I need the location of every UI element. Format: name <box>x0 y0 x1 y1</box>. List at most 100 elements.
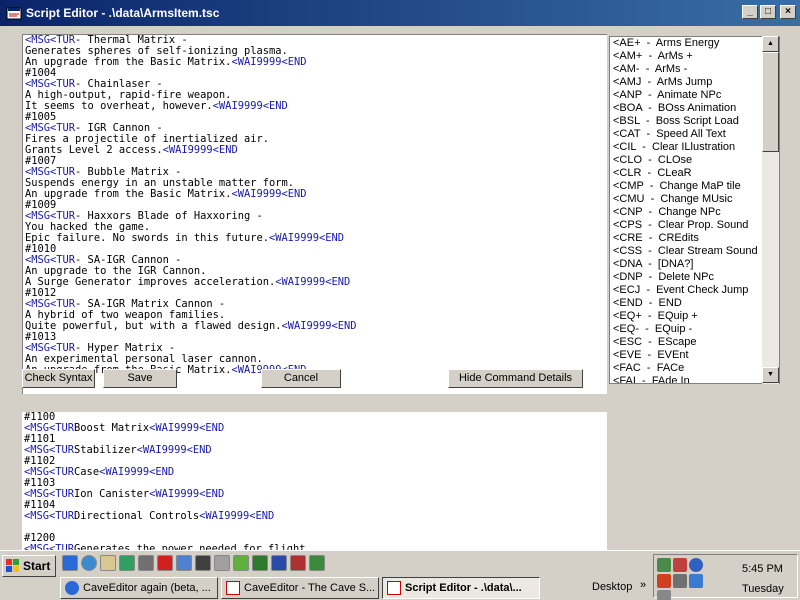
script-text: Boost Matrix <box>74 422 150 434</box>
command-list[interactable]: <AE+ - Arms Energy <AM+ - ArMs + <AM- - Ar… <box>609 36 780 384</box>
tsc-command: <WAI9999<END <box>149 422 225 434</box>
start-label: Start <box>23 559 51 573</box>
archive-icon[interactable] <box>290 555 306 571</box>
command-list-item[interactable]: <AM+ - ArMs + <box>610 50 779 63</box>
command-list-item[interactable]: <CAT - Speed All Text <box>610 128 779 141</box>
script-text: Directional Controls <box>74 510 200 522</box>
script-editor-icon <box>387 581 401 595</box>
word-icon[interactable] <box>271 555 287 571</box>
command-list-item[interactable]: <ECJ - Event Check Jump <box>610 284 779 297</box>
network-icon[interactable] <box>657 558 671 572</box>
command-list-item[interactable]: <CIL - Clear ILlustration <box>610 141 779 154</box>
tsc-command: <WAI9999<END <box>162 144 238 156</box>
clock-day: Tuesday <box>742 583 784 595</box>
command-list-item[interactable]: <AMJ - ArMs Jump <box>610 76 779 89</box>
command-list-item[interactable]: <CPS - Clear Prop. Sound <box>610 219 779 232</box>
command-list-item[interactable]: <DNA - [DNA?] <box>610 258 779 271</box>
minimize-button[interactable]: _ <box>742 5 758 19</box>
check-syntax-button[interactable]: Check Syntax <box>22 369 95 388</box>
command-list-scrollbar[interactable]: ▲ ▼ <box>762 36 779 384</box>
script-line: Epic failure. No swords in this future.<… <box>23 233 607 244</box>
tsc-command: <WAI9999<END <box>149 488 225 500</box>
close-button[interactable]: × <box>780 5 796 19</box>
command-list-item[interactable]: <CNP - Change NPc <box>610 206 779 219</box>
clock[interactable]: 5:45 PM Tuesday <box>742 561 784 600</box>
command-list-item[interactable]: <CMP - Change MaP tile <box>610 180 779 193</box>
script-editor-icon <box>226 581 240 595</box>
command-list-item[interactable]: <DNP - Delete NPc <box>610 271 779 284</box>
taskbar: Start CaveEditor again (beta, ... CaveEd… <box>0 550 800 600</box>
settings-app-icon[interactable] <box>176 555 192 571</box>
scroll-up-icon[interactable]: ▲ <box>762 36 779 52</box>
script-line <box>22 522 607 533</box>
command-list-item[interactable]: <EQ+ - EQuip + <box>610 310 779 323</box>
command-list-item[interactable]: <FAC - FACe <box>610 362 779 375</box>
command-list-item[interactable]: <CRE - CREdits <box>610 232 779 245</box>
globe-icon[interactable] <box>689 558 703 572</box>
star-app-icon[interactable] <box>157 555 173 571</box>
script-line: Quite powerful, but with a flawed design… <box>23 321 607 332</box>
command-list-item[interactable]: <CLR - CLeaR <box>610 167 779 180</box>
windows-logo-icon <box>6 559 19 572</box>
task-script-editor[interactable]: Script Editor - .\data\... <box>382 577 540 599</box>
maximize-button[interactable]: □ <box>760 5 776 19</box>
scroll-thumb[interactable] <box>762 52 779 152</box>
script-line: <MSG<TURBoost Matrix<WAI9999<END <box>22 423 607 434</box>
command-list-item[interactable]: <BOA - BOss Animation <box>610 102 779 115</box>
speaker-icon[interactable] <box>673 574 687 588</box>
save-button[interactable]: Save <box>103 369 177 388</box>
hide-command-details-button[interactable]: Hide Command Details <box>448 369 583 388</box>
task-label: CaveEditor - The Cave S... <box>244 582 376 594</box>
script-line: Grants Level 2 access.<WAI9999<END <box>23 145 607 156</box>
script-text: Quite powerful, but with a flawed design… <box>25 320 282 332</box>
task-caveeditor[interactable]: CaveEditor - The Cave S... <box>221 577 379 599</box>
command-list-item[interactable]: <ESC - EScape <box>610 336 779 349</box>
cancel-button[interactable]: Cancel <box>261 369 341 388</box>
tsc-command: <WAI9999<END <box>136 444 212 456</box>
task-caveeditor-again[interactable]: CaveEditor again (beta, ... <box>60 577 218 599</box>
script-text-area-lower[interactable]: #1100 <MSG<TURBoost Matrix<WAI9999<END #11… <box>22 412 607 550</box>
start-button[interactable]: Start <box>2 555 56 577</box>
command-list-item[interactable]: <ANP - Animate NPc <box>610 89 779 102</box>
paint-icon[interactable] <box>233 555 249 571</box>
command-list-item[interactable]: <CLO - CLOse <box>610 154 779 167</box>
script-line: <MSG<TURStabilizer<WAI9999<END <box>22 445 607 456</box>
title-bar: Script Editor - .\data\ArmsItem.tsc _ □ … <box>0 0 800 26</box>
shield-icon[interactable] <box>657 574 671 588</box>
script-editor-window: <MSG<TUR- Thermal Matrix - Generates sphe… <box>0 26 800 550</box>
tool-icon[interactable] <box>138 555 154 571</box>
play-icon[interactable] <box>657 590 671 600</box>
command-list-item[interactable]: <AE+ - Arms Energy <box>610 37 779 50</box>
command-list-item[interactable]: <EQ- - EQuip - <box>610 323 779 336</box>
window-title: Script Editor - .\data\ArmsItem.tsc <box>26 6 220 20</box>
antivirus-icon[interactable] <box>673 558 687 572</box>
desktop-toolbar-label[interactable]: Desktop <box>592 581 632 593</box>
scroll-down-icon[interactable]: ▼ <box>762 367 779 383</box>
script-text-area[interactable]: <MSG<TUR- Thermal Matrix - Generates sphe… <box>22 34 607 394</box>
spreadsheet-icon[interactable] <box>309 555 325 571</box>
command-list-item[interactable]: <AM- - ArMs - <box>610 63 779 76</box>
command-list-item[interactable]: <CMU - Change MUsic <box>610 193 779 206</box>
command-list-item[interactable]: <CSS - Clear Stream Sound <box>610 245 779 258</box>
task-label: Script Editor - .\data\... <box>405 582 522 594</box>
chevron-right-icon[interactable]: » <box>640 579 646 591</box>
document-icon[interactable] <box>195 555 211 571</box>
script-text: Generates the power needed for flight. <box>74 543 312 551</box>
script-text: Stabilizer <box>74 444 137 456</box>
command-list-item[interactable]: <EVE - EVEnt <box>610 349 779 362</box>
folder-icon[interactable] <box>214 555 230 571</box>
graphics-app-icon[interactable] <box>119 555 135 571</box>
command-list-item[interactable]: <BSL - Boss Script Load <box>610 115 779 128</box>
task-label: CaveEditor again (beta, ... <box>83 582 211 594</box>
app-icon <box>6 7 22 20</box>
clock-time: 5:45 PM <box>742 563 783 575</box>
excel-icon[interactable] <box>252 555 268 571</box>
browser-icon[interactable] <box>62 555 78 571</box>
sync-icon[interactable] <box>689 574 703 588</box>
command-list-item[interactable]: <END - END <box>610 297 779 310</box>
browser-icon <box>65 581 79 595</box>
media-player-icon[interactable] <box>81 555 97 571</box>
script-text: Ion Canister <box>74 488 150 500</box>
command-list-item[interactable]: <FAI - FAde In <box>610 375 779 383</box>
cd-tool-icon[interactable] <box>100 555 116 571</box>
